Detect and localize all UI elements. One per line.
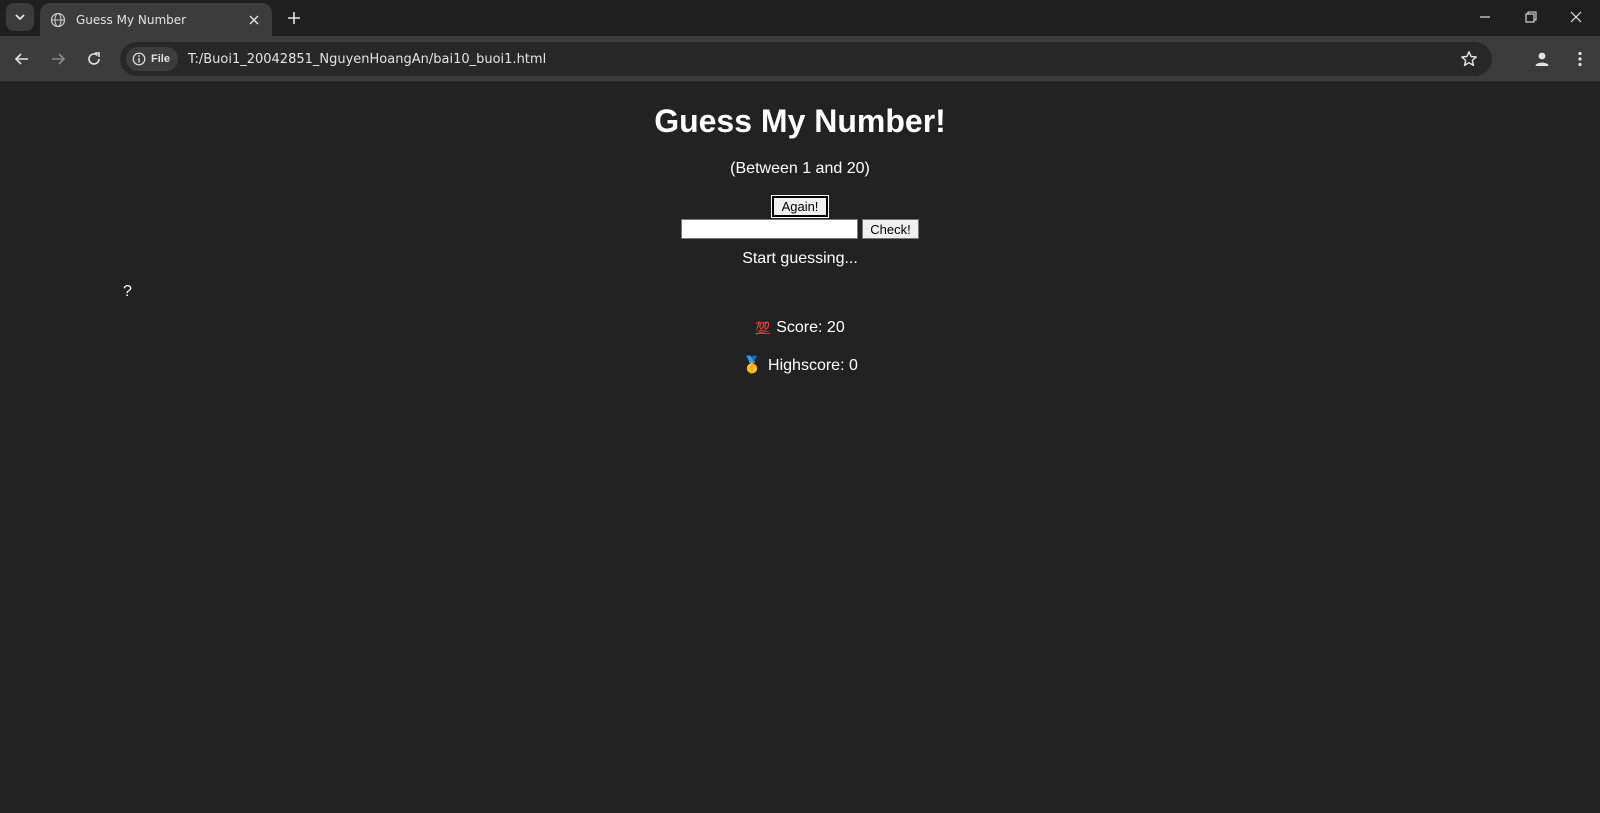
url-text[interactable]: T:/Buoi1_20042851_NguyenHoangAn/bai10_bu…	[188, 52, 546, 67]
close-window-icon[interactable]	[1563, 6, 1589, 28]
info-icon	[132, 52, 146, 66]
back-icon[interactable]	[10, 47, 34, 71]
restore-icon[interactable]	[1518, 6, 1544, 28]
globe-icon	[50, 12, 66, 28]
again-button[interactable]: Again!	[771, 195, 829, 218]
close-tab-icon[interactable]	[246, 12, 262, 28]
status-message: Start guessing...	[742, 250, 858, 267]
forward-icon[interactable]	[46, 47, 70, 71]
minimize-icon[interactable]	[1472, 6, 1498, 28]
page-content: Guess My Number! (Between 1 and 20) Agai…	[0, 82, 1600, 813]
bookmark-star-icon[interactable]	[1460, 50, 1478, 68]
guess-input[interactable]	[681, 219, 858, 239]
tab-strip: Guess My Number	[0, 0, 1600, 36]
page-title: Guess My Number!	[654, 103, 946, 139]
site-info-label: File	[151, 53, 170, 65]
highscore-text: Highscore: 0	[768, 357, 858, 374]
score-text: Score: 20	[776, 319, 845, 336]
more-menu-icon[interactable]	[1570, 47, 1590, 71]
medal-icon: 🥇	[742, 355, 763, 374]
tab-search-button[interactable]	[6, 3, 34, 31]
tab-title: Guess My Number	[76, 12, 187, 27]
highscore-line: 🥇 Highscore: 0	[0, 355, 1600, 375]
reload-icon[interactable]	[82, 47, 106, 71]
secret-number: ?	[123, 283, 132, 300]
site-info-chip[interactable]: File	[126, 47, 178, 71]
tab-active[interactable]: Guess My Number	[40, 3, 272, 36]
check-button[interactable]: Check!	[862, 219, 919, 239]
address-bar[interactable]: File T:/Buoi1_20042851_NguyenHoangAn/bai…	[120, 42, 1492, 76]
range-text: (Between 1 and 20)	[730, 160, 870, 177]
new-tab-icon[interactable]	[284, 8, 304, 28]
hundred-points-icon: 💯	[755, 321, 771, 335]
browser-toolbar: File T:/Buoi1_20042851_NguyenHoangAn/bai…	[0, 36, 1600, 82]
chevron-down-icon	[15, 14, 25, 21]
profile-icon[interactable]	[1530, 47, 1554, 71]
score-line: 💯 Score: 20	[0, 319, 1600, 337]
